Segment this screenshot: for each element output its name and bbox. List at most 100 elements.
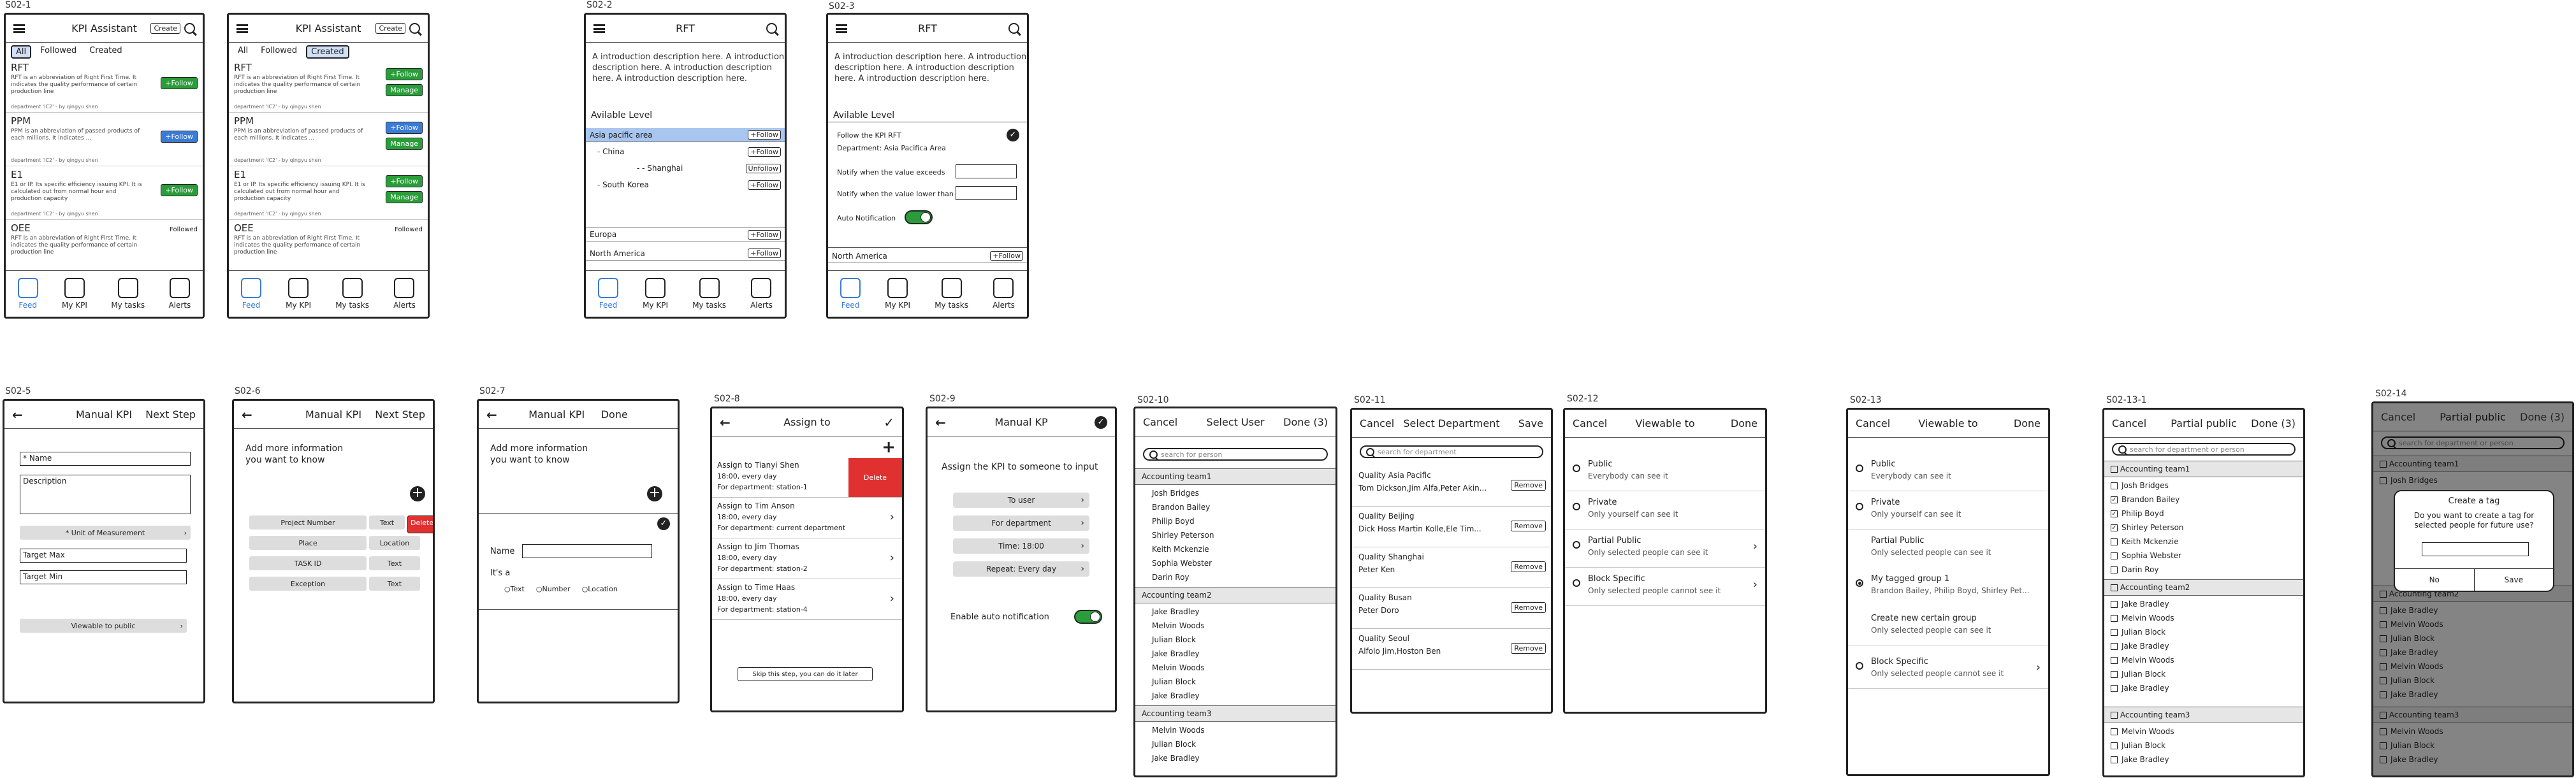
checkbox[interactable]	[2111, 711, 2118, 719]
checkbox[interactable]	[2111, 552, 2118, 559]
viewable-option-private[interactable]: Private Only yourself can see it	[1565, 493, 1765, 529]
menu-icon[interactable]	[593, 24, 605, 33]
user-item[interactable]: Josh Bridges	[1135, 486, 1335, 500]
checkbox[interactable]	[2111, 642, 2118, 650]
radio-button[interactable]	[1573, 579, 1580, 587]
check-icon[interactable]: ✓	[1007, 129, 1019, 141]
check-icon[interactable]: ✓	[657, 517, 670, 530]
done-button[interactable]: Done (3)	[2251, 417, 2296, 429]
tab-feed[interactable]: Feed	[840, 278, 861, 310]
kpi-item[interactable]: OEE RFT is an abbreviation of Right Firs…	[6, 220, 203, 273]
level-row[interactable]: Europa +Follow	[586, 227, 785, 241]
checkbox[interactable]	[2111, 482, 2118, 489]
tab-alerts[interactable]: Alerts	[993, 278, 1015, 310]
info-row-type[interactable]: Text	[369, 577, 420, 591]
checkbox[interactable]	[2111, 742, 2118, 749]
kpi-item[interactable]: RFT RFT is an abbreviation of Right Firs…	[6, 59, 203, 113]
done-button[interactable]: Done	[2014, 417, 2041, 429]
user-item[interactable]: Keith Mckenzie	[2104, 535, 2303, 549]
follow-button[interactable]: +Follow	[161, 184, 198, 196]
kpi-item[interactable]: PPM PPM is an abbreviation of passed pro…	[6, 113, 203, 166]
user-item[interactable]: Darin Roy	[1135, 570, 1335, 584]
back-arrow-icon[interactable]: ←	[12, 407, 23, 422]
radio-button[interactable]	[1573, 541, 1580, 549]
cancel-button[interactable]: Cancel	[1573, 417, 1607, 429]
search-icon[interactable]	[766, 23, 777, 34]
delete-button[interactable]: Delete	[848, 458, 902, 497]
tab-feed[interactable]: Feed	[241, 278, 262, 310]
target-max-field[interactable]: Target Max	[20, 549, 187, 563]
user-item[interactable]: Jake Bradley	[1135, 751, 1335, 765]
create-group-option[interactable]: Create new certain group Only selected pe…	[1848, 609, 2048, 645]
assign-item[interactable]: Assign to Tim Anson 18:00, every day For…	[712, 499, 902, 538]
name-field[interactable]: * Name	[20, 452, 191, 466]
user-item[interactable]: Julian Block	[2104, 667, 2303, 681]
user-item[interactable]: Julian Block	[1135, 675, 1335, 689]
radio-button[interactable]	[1856, 465, 1863, 472]
done-button[interactable]: Done	[601, 408, 628, 421]
next-step-button[interactable]: Next Step	[145, 408, 196, 421]
checkbox[interactable]	[2111, 628, 2118, 636]
follow-button[interactable]: +Follow	[748, 147, 781, 157]
cancel-button[interactable]: Cancel	[1360, 417, 1394, 429]
checkbox-checked[interactable]: ✓	[2111, 524, 2118, 531]
checkbox[interactable]	[2111, 600, 2118, 608]
tab-my-kpi[interactable]: My KPI	[885, 278, 910, 310]
save-button[interactable]: Save	[2475, 569, 2554, 591]
delete-button[interactable]: Delete	[407, 515, 433, 533]
user-item[interactable]: Brandon Bailey	[1135, 500, 1335, 514]
cancel-button[interactable]: Cancel	[1143, 416, 1177, 428]
user-item[interactable]: Shirley Peterson	[1135, 528, 1335, 542]
user-item[interactable]: Jake Bradley	[2104, 639, 2303, 653]
viewable-option-private[interactable]: Private Only yourself can see it	[1848, 493, 2048, 529]
checkbox[interactable]	[2111, 584, 2118, 591]
cancel-button[interactable]: Cancel	[1856, 417, 1890, 429]
confirm-check-icon[interactable]: ✓	[1095, 415, 1107, 429]
back-arrow-icon[interactable]: ←	[935, 415, 946, 430]
tab-my-tasks[interactable]: My tasks	[935, 278, 968, 310]
department-item[interactable]: Quality Busan Peter Doro Remove	[1352, 589, 1551, 629]
radio-button[interactable]	[1573, 465, 1580, 472]
checkbox-checked[interactable]: ✓	[2111, 510, 2118, 517]
confirm-check-icon[interactable]: ✓	[884, 415, 894, 430]
group-header[interactable]: Accounting team3	[1135, 705, 1335, 722]
radio-button[interactable]	[1856, 662, 1863, 670]
search-icon[interactable]	[409, 23, 420, 34]
user-item[interactable]: Melvin Woods	[1135, 619, 1335, 633]
checkbox[interactable]	[2111, 656, 2118, 664]
tab-my-tasks[interactable]: My tasks	[692, 278, 726, 310]
follow-button[interactable]: +Follow	[386, 122, 423, 134]
time-select[interactable]: Time: 18:00 ›	[953, 538, 1089, 554]
search-icon[interactable]	[1008, 23, 1019, 34]
department-item[interactable]: Quality Beijing Dick Hoss Martin Kolle,El…	[1352, 508, 1551, 547]
search-input[interactable]: search for department or person	[2112, 443, 2296, 456]
kpi-item[interactable]: PPM PPM is an abbreviation of passed pro…	[229, 113, 428, 166]
tag-name-input[interactable]	[2422, 542, 2529, 556]
save-button[interactable]: Save	[1518, 417, 1543, 429]
checkbox[interactable]	[2111, 538, 2118, 545]
remove-button[interactable]: Remove	[1511, 602, 1546, 613]
user-item[interactable]: Melvin Woods	[2104, 611, 2303, 625]
info-row-type[interactable]: Text	[369, 515, 405, 529]
tab-alerts[interactable]: Alerts	[393, 278, 416, 310]
auto-notification-toggle[interactable]	[1074, 610, 1102, 624]
tab-feed[interactable]: Feed	[598, 278, 619, 310]
department-item[interactable]: Quality Shanghai Peter Ken Remove	[1352, 549, 1551, 588]
user-item[interactable]: Melvin Woods	[1135, 661, 1335, 675]
done-button[interactable]: Done (3)	[1283, 416, 1328, 428]
type-radio-number[interactable]: ○Number	[536, 585, 571, 593]
follow-button[interactable]: +Follow	[161, 131, 198, 143]
no-button[interactable]: No	[2395, 569, 2475, 591]
exceeds-input[interactable]	[956, 164, 1017, 178]
user-item[interactable]: Julian Block	[2104, 625, 2303, 639]
search-input[interactable]: search for department	[1360, 445, 1543, 458]
radio-button[interactable]	[1856, 503, 1863, 510]
user-item[interactable]: Philip Boyd	[1135, 514, 1335, 528]
user-item[interactable]: Josh Bridges	[2104, 479, 2303, 493]
assign-item[interactable]: Assign to Tianyi Shen 18:00, every day F…	[712, 458, 902, 498]
kpi-item[interactable]: E1 E1 or IP. Its specific efficiency iss…	[6, 166, 203, 220]
done-button[interactable]: Done	[1731, 417, 1757, 429]
info-row-type[interactable]: Text	[369, 556, 420, 570]
tab-my-tasks[interactable]: My tasks	[335, 278, 369, 310]
description-field[interactable]: Description	[20, 475, 191, 514]
